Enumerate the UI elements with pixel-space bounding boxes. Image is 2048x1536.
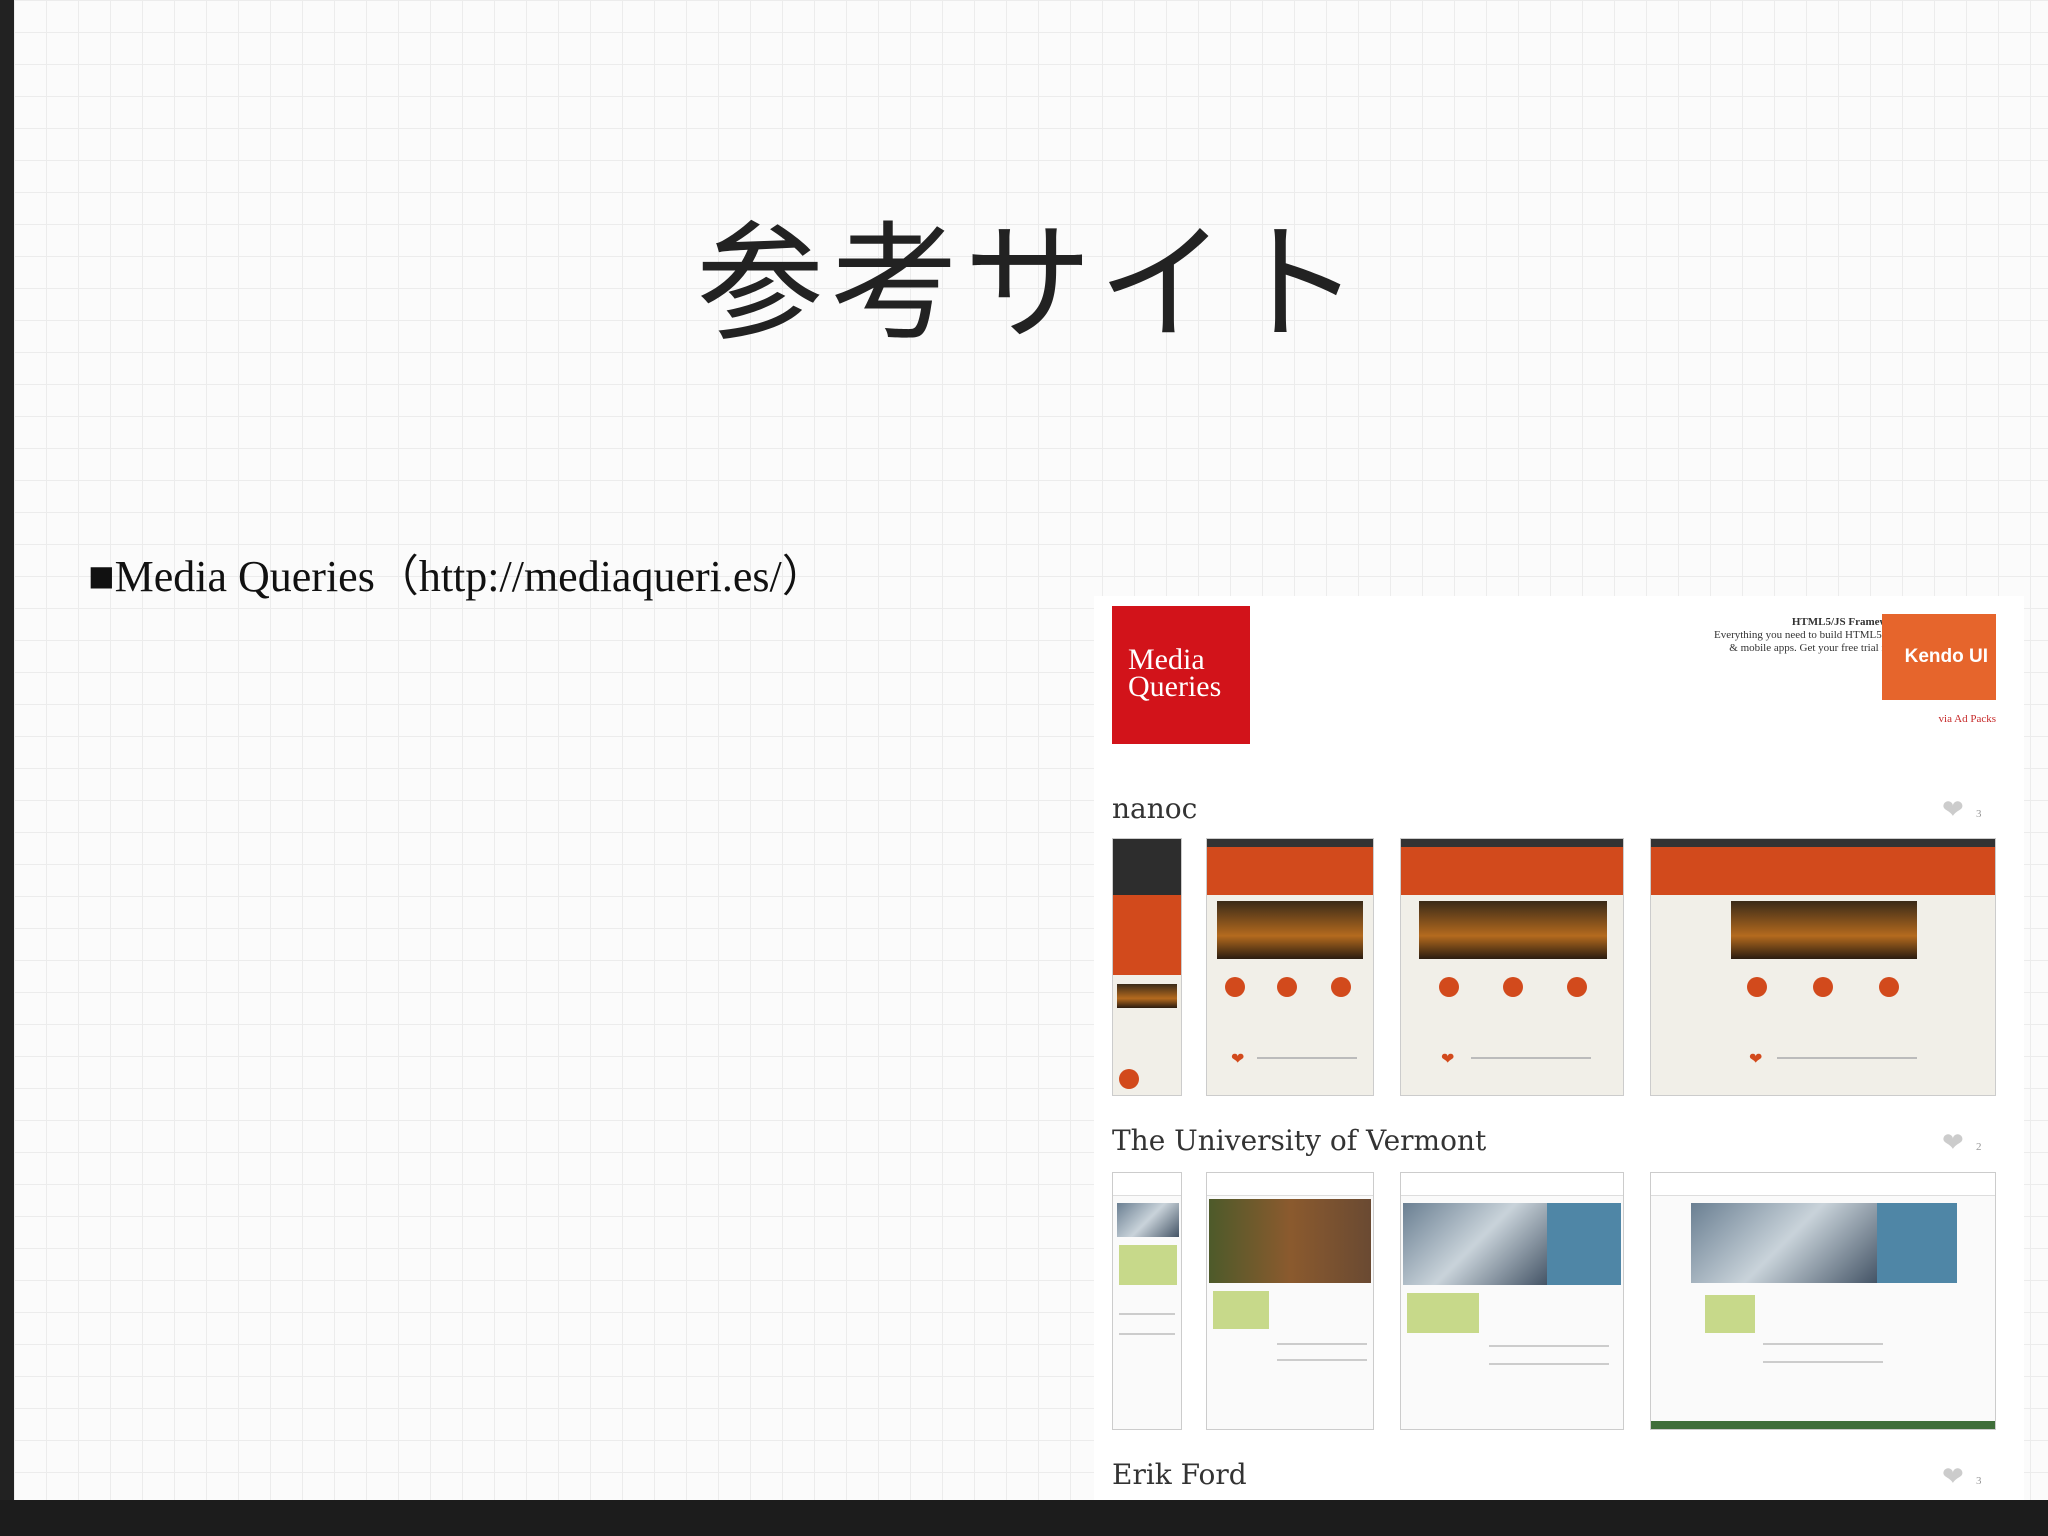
like-count: 3 [1976, 1475, 1982, 1487]
thumb-text [1119, 1333, 1175, 1335]
thumb-block [1705, 1295, 1755, 1333]
thumb-header [1401, 847, 1623, 895]
thumb-header [1113, 895, 1181, 975]
bullet-marker: ■ [88, 552, 115, 601]
thumb-block [1119, 1245, 1177, 1285]
like-count: 2 [1976, 1141, 1982, 1153]
thumb-text [1471, 1057, 1591, 1059]
thumb-icon [1879, 977, 1899, 997]
mediaqueries-screenshot: Media Queries HTML5/JS Framework Everyth… [1094, 596, 2024, 1500]
kendo-ui-ad-banner[interactable]: Kendo UI [1882, 614, 1996, 700]
bullet-text: Media Queries（http://mediaqueri.es/） [114, 552, 826, 601]
thumb-photo [1403, 1203, 1547, 1285]
slide: 参考サイト ■Media Queries（http://mediaqueri.e… [14, 0, 2048, 1500]
thumb-nav [1207, 1173, 1373, 1196]
thumb-nav [1401, 1173, 1623, 1196]
site-thumbnail-mobile[interactable] [1112, 838, 1182, 1096]
site-thumbnail-desktop[interactable]: ❤ [1650, 838, 1996, 1096]
ad-via-link[interactable]: via Ad Packs [1874, 713, 1996, 725]
like-count: 3 [1976, 808, 1982, 820]
thumb-footer [1651, 1421, 1995, 1429]
thumb-header [1207, 847, 1373, 895]
thumb-header [1651, 847, 1995, 895]
thumb-icon [1747, 977, 1767, 997]
thumb-text [1489, 1363, 1609, 1365]
thumb-icon [1225, 977, 1245, 997]
site-name-erik-ford[interactable]: Erik Ford [1112, 1458, 1247, 1491]
thumb-heart-icon: ❤ [1749, 1051, 1763, 1068]
thumb-text [1763, 1361, 1883, 1363]
heart-icon[interactable]: ❤ [1942, 797, 1970, 823]
thumb-heart-icon: ❤ [1441, 1051, 1455, 1068]
slide-title: 参考サイト [695, 210, 1366, 359]
thumb-text [1277, 1359, 1367, 1361]
thumb-icon [1567, 977, 1587, 997]
thumb-nav [1401, 839, 1623, 847]
site-thumbnail-tablet[interactable]: ❤ [1206, 838, 1374, 1096]
site-name-uvm[interactable]: The University of Vermont [1112, 1124, 1486, 1157]
thumb-nav [1651, 839, 1995, 847]
logo-line-2: Queries [1128, 670, 1222, 703]
thumb-nav [1651, 1173, 1995, 1196]
heart-icon[interactable]: ❤ [1942, 1464, 1970, 1490]
slide-bottom-edge [0, 1500, 2048, 1536]
thumb-photo [1117, 984, 1177, 1008]
thumb-photo [1419, 901, 1607, 959]
thumb-nav [1113, 839, 1181, 895]
thumb-icon [1439, 977, 1459, 997]
thumb-nav [1113, 1173, 1181, 1196]
thumb-callout [1547, 1203, 1621, 1285]
thumb-photo [1691, 1203, 1877, 1283]
thumb-icon [1503, 977, 1523, 997]
thumb-text [1763, 1343, 1883, 1345]
thumb-callout [1877, 1203, 1957, 1283]
site-thumbnail-mobile[interactable] [1112, 1172, 1182, 1430]
thumb-text [1489, 1345, 1609, 1347]
thumb-block [1407, 1293, 1479, 1333]
heart-icon[interactable]: ❤ [1942, 1130, 1970, 1156]
thumb-text [1777, 1057, 1917, 1059]
thumb-nav [1207, 839, 1373, 847]
thumb-block [1213, 1291, 1269, 1329]
thumb-icon [1813, 977, 1833, 997]
thumb-icon [1119, 1069, 1139, 1089]
site-name-nanoc[interactable]: nanoc [1112, 792, 1197, 825]
thumb-photo [1217, 901, 1363, 959]
ad-body: Everything you need to build HTML5 sites… [1713, 629, 1904, 654]
thumb-icon [1277, 977, 1297, 997]
ad-text[interactable]: HTML5/JS Framework Everything you need t… [1704, 616, 1904, 655]
ad-headline: HTML5/JS Framework [1791, 616, 1904, 628]
thumb-photo [1117, 1203, 1179, 1237]
bullet-item: ■Media Queries（http://mediaqueri.es/） [88, 540, 826, 604]
media-queries-logo[interactable]: Media Queries [1112, 606, 1250, 744]
thumb-photo [1209, 1199, 1371, 1283]
site-thumbnail-desktop[interactable] [1650, 1172, 1996, 1430]
site-thumbnail-tablet[interactable] [1206, 1172, 1374, 1430]
logo-line-1: Media [1128, 643, 1205, 676]
site-thumbnail-laptop[interactable] [1400, 1172, 1624, 1430]
thumb-photo [1731, 901, 1917, 959]
site-thumbnail-laptop[interactable]: ❤ [1400, 838, 1624, 1096]
thumb-text [1257, 1057, 1357, 1059]
thumb-text [1277, 1343, 1367, 1345]
thumb-icon [1331, 977, 1351, 997]
thumb-text [1119, 1313, 1175, 1315]
thumb-heart-icon: ❤ [1231, 1051, 1245, 1068]
